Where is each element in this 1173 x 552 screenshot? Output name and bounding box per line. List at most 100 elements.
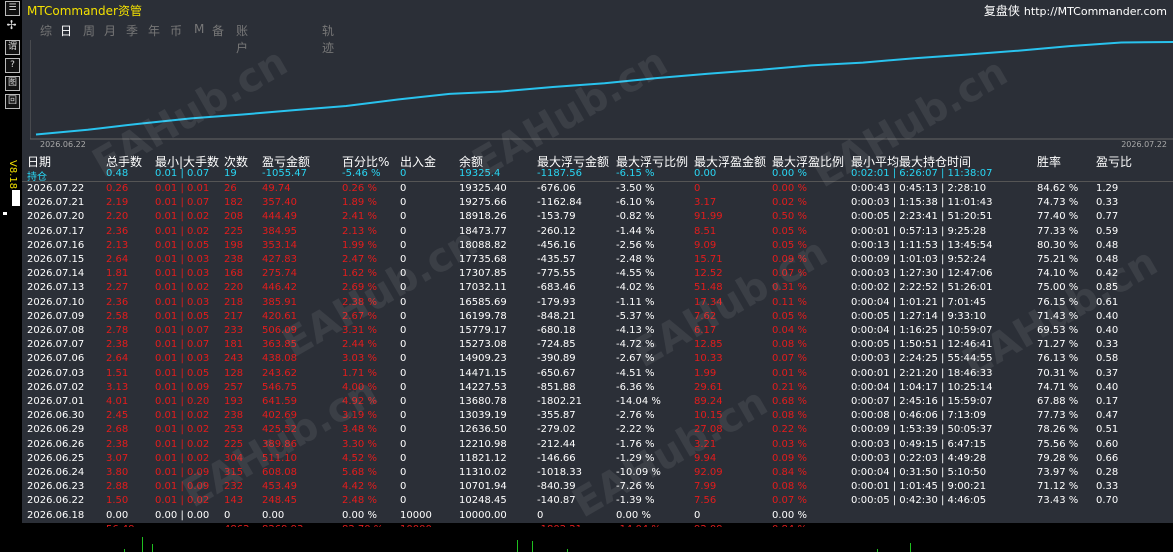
tab-backup[interactable]: 备 xyxy=(212,22,224,39)
cell-date: 2026.07.14 xyxy=(27,268,85,280)
cell-count: 233 xyxy=(224,325,244,336)
cell-max-float-profit-pct: 0.02 % xyxy=(772,197,807,209)
cell-lots: 4.01 xyxy=(106,396,129,407)
cell-hold-time: 0:00:05 | 0:42:30 | 4:46:05 xyxy=(851,495,987,507)
cell-date: 2026.07.07 xyxy=(27,339,85,351)
move-icon[interactable]: ✢ xyxy=(5,19,18,32)
cell-lots: 2.78 xyxy=(106,325,129,336)
cell-pnl: 248.45 xyxy=(262,495,297,507)
table-row[interactable]: 2026.07.20 2.20 0.01 | 0.02 208 444.49 2.41 %… xyxy=(22,210,1173,224)
cell-lots: 2.38 xyxy=(106,438,129,450)
cell-pl-ratio: 1.29 xyxy=(1096,183,1119,194)
cell-pnl: 49.74 xyxy=(262,183,291,194)
table-row[interactable]: 2026.07.14 1.81 0.01 | 0.03 168 275.74 1.62 %… xyxy=(22,267,1173,281)
help-button[interactable]: ? xyxy=(5,58,20,73)
cell-balance: 12636.50 xyxy=(459,424,507,436)
tab-year[interactable]: 年 xyxy=(148,22,160,39)
cell-minmax-lots: 0.01 | 0.03 xyxy=(155,268,210,280)
cell-lots: 2.68 xyxy=(106,424,129,436)
cell-max-float-profit-pct: 0.00 % xyxy=(772,183,807,194)
cell-balance: 11821.12 xyxy=(459,452,507,464)
cell-count: 193 xyxy=(224,396,244,407)
cell-balance: 14227.53 xyxy=(459,381,507,393)
cell-balance: 14909.23 xyxy=(459,353,507,365)
tab-overview[interactable]: 综 xyxy=(40,22,52,39)
table-row[interactable]: 2026.07.10 2.36 0.01 | 0.03 218 385.91 2.38 %… xyxy=(22,296,1173,310)
cell-max-float-loss: -1187.56 xyxy=(537,168,582,179)
table-row[interactable]: 2026.07.22 0.26 0.01 | 0.01 26 49.74 0.26 % 0 1… xyxy=(22,182,1173,196)
cell-max-float-profit: 7.99 xyxy=(694,481,717,493)
cell-date: 2026.07.22 xyxy=(27,183,85,194)
cell-minmax-lots: 0.01 | 0.03 xyxy=(155,254,210,265)
cell-max-float-loss: -851.88 xyxy=(537,381,576,393)
cell-date: 2026.06.26 xyxy=(27,438,85,450)
cell-max-float-loss-pct: -2.76 % xyxy=(616,410,655,422)
cell-max-float-loss-pct: -6.15 % xyxy=(616,168,655,179)
table-row[interactable]: 2026.07.21 2.19 0.01 | 0.07 182 357.40 1.89 %… xyxy=(22,196,1173,210)
menu-icon[interactable]: ☰ xyxy=(5,1,20,16)
cell-count: 19 xyxy=(224,168,237,179)
cell-max-float-profit: 0 xyxy=(694,183,701,194)
cell-balance: 14471.15 xyxy=(459,367,507,379)
chart-button[interactable]: 图 xyxy=(5,76,20,91)
cell-pl-ratio: 0.28 xyxy=(1096,467,1119,478)
tab-m[interactable]: M xyxy=(194,22,204,36)
cell-pnl: 641.59 xyxy=(262,396,297,407)
table-row[interactable]: 2026.06.30 2.45 0.01 | 0.02 238 402.69 3.19 %… xyxy=(22,409,1173,423)
cell-pl-ratio: 0.59 xyxy=(1096,225,1119,237)
table-row[interactable]: 2026.07.15 2.64 0.01 | 0.03 238 427.83 2.47 %… xyxy=(22,253,1173,267)
clear-button[interactable]: 谓 xyxy=(5,40,20,55)
cell-hold-time: 0:00:04 | 1:16:25 | 10:59:07 xyxy=(851,325,993,336)
cell-date: 2026.07.20 xyxy=(27,211,85,223)
cell-minmax-lots: 0.01 | 0.01 xyxy=(155,183,210,194)
cell-minmax-lots: 0.01 | 0.20 xyxy=(155,396,210,407)
tab-day[interactable]: 日 xyxy=(60,22,72,39)
cell-minmax-lots: 0.01 | 0.02 xyxy=(155,211,210,223)
cell-max-float-loss: -1162.84 xyxy=(537,197,582,209)
table-row[interactable]: 2026.07.02 3.13 0.01 | 0.09 257 546.75 4.00 %… xyxy=(22,381,1173,395)
cell-deposit: 0 xyxy=(400,197,407,209)
cell-lots: 3.07 xyxy=(106,452,129,464)
table-row[interactable]: 2026.07.16 2.13 0.01 | 0.05 198 353.14 1.99 %… xyxy=(22,239,1173,253)
cell-max-float-profit-pct: 0.07 % xyxy=(772,495,807,507)
tab-week[interactable]: 周 xyxy=(83,22,95,39)
cell-max-float-loss: -676.06 xyxy=(537,183,576,194)
cell-balance: 10000.00 xyxy=(459,509,507,521)
cell-lots: 2.19 xyxy=(106,197,129,209)
cell-deposit: 0 xyxy=(400,310,407,322)
table-row[interactable]: 2026.07.01 4.01 0.01 | 0.20 193 641.59 4.92 %… xyxy=(22,395,1173,409)
cell-max-float-profit-pct: 0.22 % xyxy=(772,424,807,436)
cell-winrate: 79.28 % xyxy=(1037,452,1079,464)
cell-minmax-lots: 0.01 | 0.03 xyxy=(155,296,210,308)
cell-lots: 2.64 xyxy=(106,353,129,365)
cell-date: 2026.07.21 xyxy=(27,197,85,209)
restore-button[interactable]: 回 xyxy=(5,94,20,109)
table-row[interactable]: 2026.06.26 2.38 0.01 | 0.02 225 389.86 3.30 %… xyxy=(22,438,1173,452)
cell-pnl: -1055.47 xyxy=(262,168,307,179)
cell-lots: 3.80 xyxy=(106,467,129,478)
cell-percent: 1.99 % xyxy=(342,239,377,251)
cell-max-float-profit-pct: 0.03 % xyxy=(772,438,807,450)
tab-month[interactable]: 月 xyxy=(104,22,116,39)
cell-pnl: 453.49 xyxy=(262,481,297,493)
cell-max-float-profit-pct: 0.00 % xyxy=(772,509,807,521)
cell-lots: 1.81 xyxy=(106,268,129,280)
cell-max-float-profit-pct: 0.05 % xyxy=(772,310,807,322)
cell-max-float-loss: -355.87 xyxy=(537,410,576,422)
cell-percent: -5.46 % xyxy=(342,168,381,179)
table-row[interactable]: 2026.06.29 2.68 0.01 | 0.02 253 425.52 3.48 %… xyxy=(22,423,1173,437)
table-row[interactable]: 2026.07.17 2.36 0.01 | 0.02 225 384.95 2.13 %… xyxy=(22,225,1173,239)
holding-row[interactable]: 持仓 0.48 0.01 | 0.07 19 -1055.47 -5.46 % 0 19325… xyxy=(22,167,1173,183)
cell-percent: 0.26 % xyxy=(342,183,377,194)
cell-pnl: 385.91 xyxy=(262,296,297,308)
tab-quarter[interactable]: 季 xyxy=(126,22,138,39)
cell-count: 198 xyxy=(224,239,244,251)
cell-lots: 2.13 xyxy=(106,239,129,251)
cell-hold-time: 0:00:07 | 2:45:16 | 15:59:07 xyxy=(851,396,993,407)
table-row[interactable]: 2026.06.25 3.07 0.01 | 0.02 304 511.10 4.52 %… xyxy=(22,452,1173,466)
cell-percent: 3.03 % xyxy=(342,353,377,365)
site-link[interactable]: 复盘侠 http://MTCommander.com xyxy=(984,2,1167,19)
cell-max-float-loss-pct: 0.00 % xyxy=(616,509,651,521)
table-row[interactable]: 2026.07.13 2.27 0.01 | 0.02 220 446.42 2.69 %… xyxy=(22,281,1173,295)
tab-currency[interactable]: 币 xyxy=(170,22,182,39)
